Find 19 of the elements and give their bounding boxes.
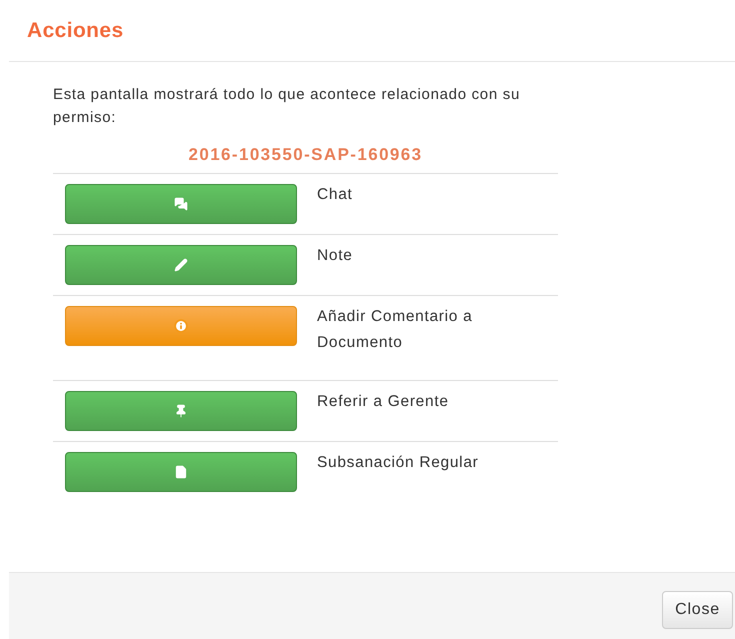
action-button[interactable] (65, 306, 297, 346)
chat-icon (174, 197, 188, 211)
action-label: Chat (317, 185, 353, 205)
action-label: Referir a Gerente (317, 392, 449, 412)
modal-title: Acciones (27, 18, 124, 42)
pencil-icon (174, 258, 188, 272)
action-button[interactable] (65, 452, 297, 492)
action-button[interactable] (65, 245, 297, 285)
action-button[interactable] (65, 391, 297, 431)
pin-icon (174, 404, 188, 418)
file-icon (174, 465, 188, 479)
info-icon (174, 319, 188, 333)
close-button[interactable]: Close (662, 591, 733, 629)
intro-text: Esta pantalla mostrará todo lo que acontece relacionado con su permiso: (53, 85, 522, 128)
permit-number: 2016-103550-SAP-160963 (187, 145, 424, 165)
action-label: Añadir Comentario a Documento (317, 307, 474, 353)
action-label: Subsanación Regular (317, 453, 479, 473)
action-label: Note (317, 246, 353, 266)
action-button[interactable] (65, 184, 297, 224)
